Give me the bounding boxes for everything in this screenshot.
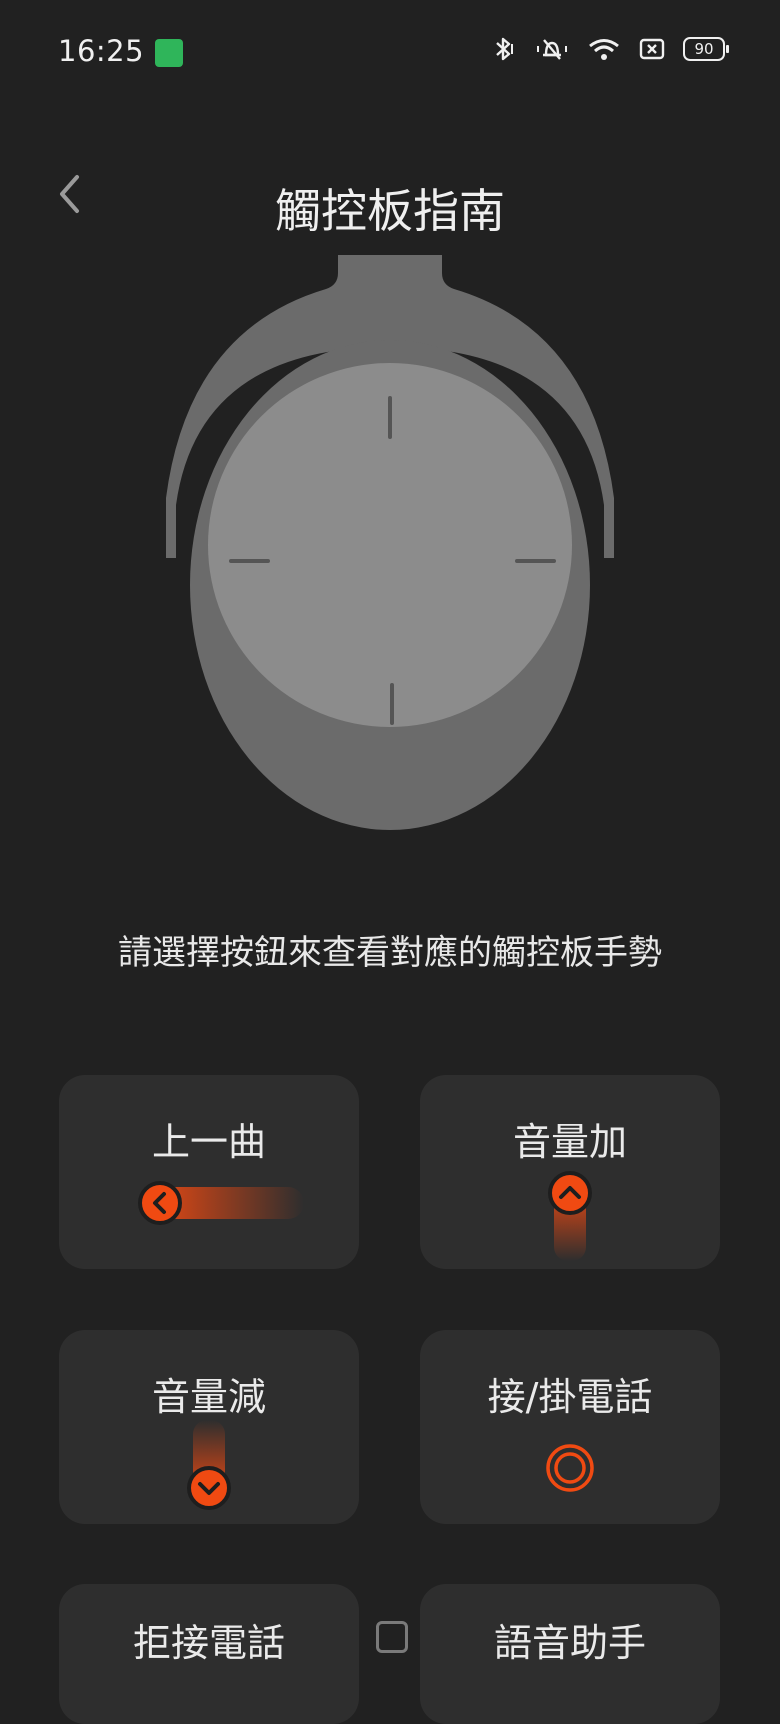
battery-level: 90 [694,40,714,58]
app-notification-icon [155,39,183,67]
gesture-button-volume-up[interactable]: 音量加 [420,1075,720,1269]
gesture-button-voice-assistant[interactable]: 語音助手 [420,1584,720,1724]
battery-indicator: 90 [683,37,729,61]
gesture-label: 拒接電話 [132,1621,285,1665]
gesture-button-reject-call[interactable]: 拒接電話 [59,1584,359,1724]
status-bar: 16:25 90 [0,0,780,110]
wifi-icon [589,39,619,60]
gesture-button-volume-down[interactable]: 音量減 [59,1330,359,1524]
gesture-button-previous-track[interactable]: 上一曲 [59,1075,359,1269]
status-time: 16:25 [58,34,145,68]
gesture-label: 接/掛電話 [487,1375,653,1419]
bluetooth-icon [496,37,513,61]
floating-checkbox[interactable] [376,1621,408,1653]
swipe-up-icon [548,1171,592,1261]
headphone-illustration [166,255,614,830]
gesture-label: 語音助手 [493,1621,646,1665]
gesture-button-answer-hangup[interactable]: 接/掛電話 [420,1330,720,1524]
instruction-text: 請選擇按鈕來查看對應的觸控板手勢 [118,933,662,973]
sim-icon [639,38,665,60]
gesture-label: 音量減 [151,1375,266,1419]
page-title: 觸控板指南 [275,184,505,238]
gesture-label: 上一曲 [151,1120,266,1164]
gesture-label: 音量加 [512,1120,627,1164]
status-icons: 90 [491,36,729,62]
swipe-down-icon [187,1420,231,1510]
swipe-left-icon [138,1181,304,1225]
mute-bell-icon [537,39,567,60]
double-tap-icon [546,1444,594,1492]
